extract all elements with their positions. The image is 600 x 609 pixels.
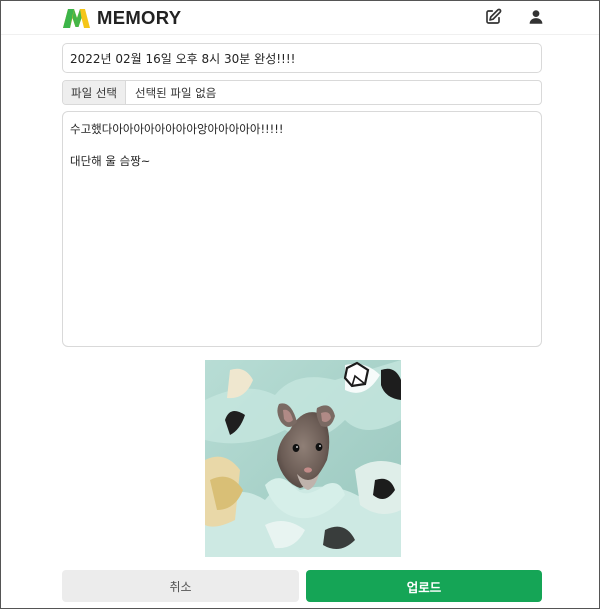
cancel-button[interactable]: 취소 [62,570,299,602]
file-status-text: 선택된 파일 없음 [135,85,217,100]
logo-text: MEMORY [97,7,182,28]
title-input[interactable] [62,43,542,73]
edit-square-icon[interactable] [484,8,502,26]
upload-button[interactable]: 업로드 [306,570,542,602]
user-icon[interactable] [527,8,545,26]
app-header: MEMORY [1,1,599,35]
content-textarea[interactable]: 수고했다아아아아아아아아앙아아아아아!!!!! 대단해 울 슴짱~ [62,111,542,347]
file-input[interactable]: 파일 선택 선택된 파일 없음 [62,80,542,105]
logo[interactable]: MEMORY [62,7,181,29]
file-select-button[interactable]: 파일 선택 [63,81,126,104]
hamster-photo [205,360,401,557]
memory-logo-mark [63,9,90,28]
